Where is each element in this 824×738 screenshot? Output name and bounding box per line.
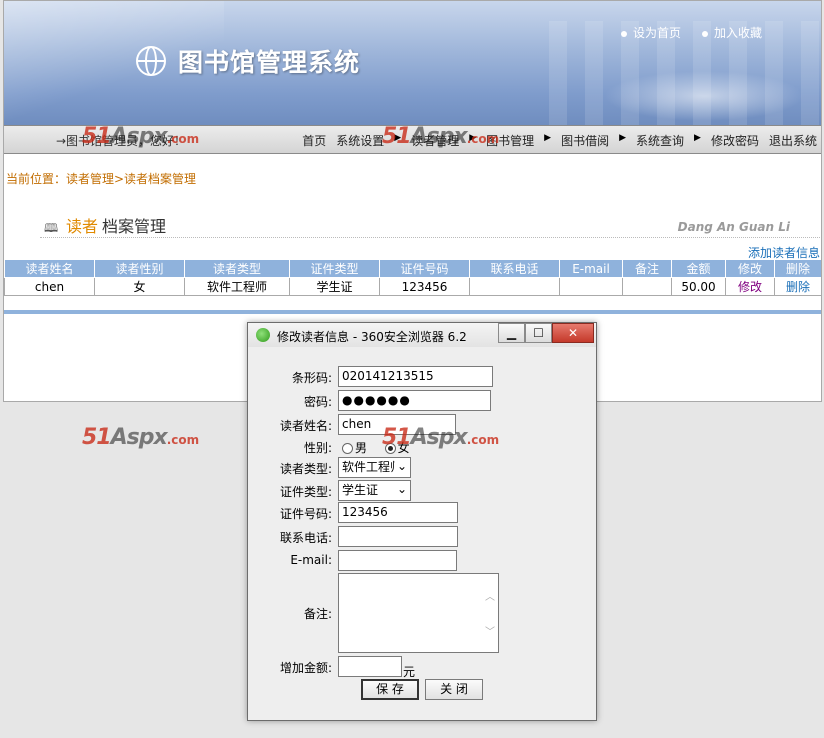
nav-item-query[interactable]: 系统查询 [636, 132, 684, 149]
edit-reader-dialog: 修改读者信息 - 360安全浏览器 6.2 ▁ ☐ ✕ 条形码: 0201412… [247, 322, 597, 721]
reader-table: 读者姓名 读者性别 读者类型 证件类型 证件号码 联系电话 E-mail 备注 … [4, 259, 821, 296]
main-nav: 首页 系统设置 ▶ 读者管理 ▶ 图书管理 ▶ 图书借阅 ▶ 系统查询 ▶ 修改… [292, 132, 817, 149]
system-title: 图书馆管理系统 [178, 48, 361, 77]
header-banner: 图书馆管理系统 设为首页 加入收藏 [4, 1, 821, 125]
nav-item-borrow[interactable]: 图书借阅 [561, 132, 609, 149]
nav-item-settings[interactable]: 系统设置 [336, 132, 384, 149]
cell-remark [622, 277, 672, 296]
watermark: 51Aspx.com [382, 425, 500, 450]
email-input[interactable] [338, 550, 457, 571]
cell-id-number: 123456 [379, 277, 470, 296]
amount-input[interactable] [338, 656, 402, 677]
amount-unit: 元 [403, 665, 416, 679]
phone-input[interactable] [338, 526, 458, 547]
remark-textarea[interactable]: ︿ ﹀ [338, 573, 499, 653]
col-header-email: E-mail [559, 259, 623, 278]
cell-id-type: 学生证 [289, 277, 380, 296]
reader-type-label: 读者类型: [279, 462, 332, 476]
globe-icon [136, 46, 166, 76]
section-header: 🕮 读者 档案管理 Dang An Guan Li [40, 213, 820, 238]
col-header-edit: 修改 [725, 259, 775, 278]
dialog-titlebar[interactable]: 修改读者信息 - 360安全浏览器 6.2 ▁ ☐ ✕ [248, 323, 596, 347]
cell-amount: 50.00 [671, 277, 726, 296]
section-title: 档案管理 [102, 217, 167, 236]
id-number-label: 证件号码: [279, 507, 332, 521]
section-title-highlight: 读者 [66, 217, 99, 236]
scroll-up-icon[interactable]: ︿ [485, 588, 495, 603]
close-button[interactable]: 关 闭 [425, 679, 483, 700]
dialog-title: 修改读者信息 - 360安全浏览器 6.2 [277, 330, 467, 344]
col-header-phone: 联系电话 [469, 259, 560, 278]
password-label: 密码: [303, 395, 332, 409]
barcode-label: 条形码: [291, 371, 332, 385]
table-row: chen 女 软件工程师 学生证 123456 50.00 修改 删除 [4, 277, 821, 296]
watermark: 51Aspx.com [382, 124, 500, 149]
dropdown-arrow-icon: ▶ [544, 133, 552, 143]
site-logo: 图书馆管理系统 [136, 43, 360, 79]
cell-phone [469, 277, 560, 296]
reader-name-label: 读者姓名: [279, 419, 332, 433]
id-type-select[interactable]: 学生证 ⌄ [338, 480, 411, 501]
cell-name: chen [4, 277, 95, 296]
section-pinyin: Dang An Guan Li [677, 220, 790, 234]
email-label: E-mail: [290, 553, 332, 567]
barcode-input[interactable]: 020141213515 [338, 366, 493, 387]
col-header-id-type: 证件类型 [289, 259, 380, 278]
col-header-amount: 金额 [671, 259, 726, 278]
breadcrumb: 当前位置：读者管理>读者档案管理 [6, 172, 197, 186]
nav-item-logout[interactable]: 退出系统 [769, 132, 817, 149]
id-number-input[interactable]: 123456 [338, 502, 458, 523]
amount-label: 增加金额: [279, 661, 332, 675]
col-header-name: 读者姓名 [4, 259, 95, 278]
minimize-button[interactable]: ▁ [498, 323, 525, 343]
pin-icon [702, 30, 708, 37]
dropdown-arrow-icon: ▶ [694, 133, 701, 143]
close-window-button[interactable]: ✕ [552, 323, 594, 343]
maximize-button[interactable]: ☐ [525, 323, 552, 343]
set-home-link[interactable]: 设为首页 [621, 24, 681, 41]
watermark: 51Aspx.com [82, 425, 200, 450]
edit-link[interactable]: 修改 [725, 277, 775, 296]
nav-item-change-password[interactable]: 修改密码 [711, 132, 759, 149]
password-input[interactable]: ●●●●●● [338, 390, 491, 411]
reader-type-select[interactable]: 软件工程师 ⌄ [338, 457, 411, 478]
watermark: 51Aspx.com [82, 124, 200, 149]
save-button[interactable]: 保 存 [361, 679, 419, 700]
browser-logo-icon [256, 328, 270, 342]
gender-male-radio[interactable] [342, 443, 353, 454]
cell-reader-type: 软件工程师 [184, 277, 290, 296]
chevron-down-icon: ⌄ [394, 481, 407, 498]
table-header-row: 读者姓名 读者性别 读者类型 证件类型 证件号码 联系电话 E-mail 备注 … [4, 259, 821, 278]
gender-label: 性别: [303, 441, 332, 455]
col-header-id-number: 证件号码 [379, 259, 470, 278]
add-favorite-link[interactable]: 加入收藏 [702, 24, 762, 41]
book-icon: 🕮 [44, 221, 59, 235]
scrollbar[interactable]: ︿ ﹀ [482, 574, 498, 652]
col-header-delete: 删除 [774, 259, 821, 278]
scroll-down-icon[interactable]: ﹀ [485, 623, 495, 638]
cell-gender: 女 [94, 277, 185, 296]
footer-divider [4, 310, 821, 314]
cell-email [559, 277, 623, 296]
pin-icon [621, 30, 627, 37]
col-header-remark: 备注 [622, 259, 672, 278]
dropdown-arrow-icon: ▶ [619, 133, 627, 143]
col-header-gender: 读者性别 [94, 259, 185, 278]
nav-item-home[interactable]: 首页 [302, 132, 326, 149]
remark-label: 备注: [303, 607, 332, 621]
col-header-reader-type: 读者类型 [184, 259, 290, 278]
phone-label: 联系电话: [279, 531, 332, 545]
id-type-label: 证件类型: [279, 485, 332, 499]
delete-link[interactable]: 删除 [774, 277, 821, 296]
chevron-down-icon: ⌄ [394, 458, 407, 475]
